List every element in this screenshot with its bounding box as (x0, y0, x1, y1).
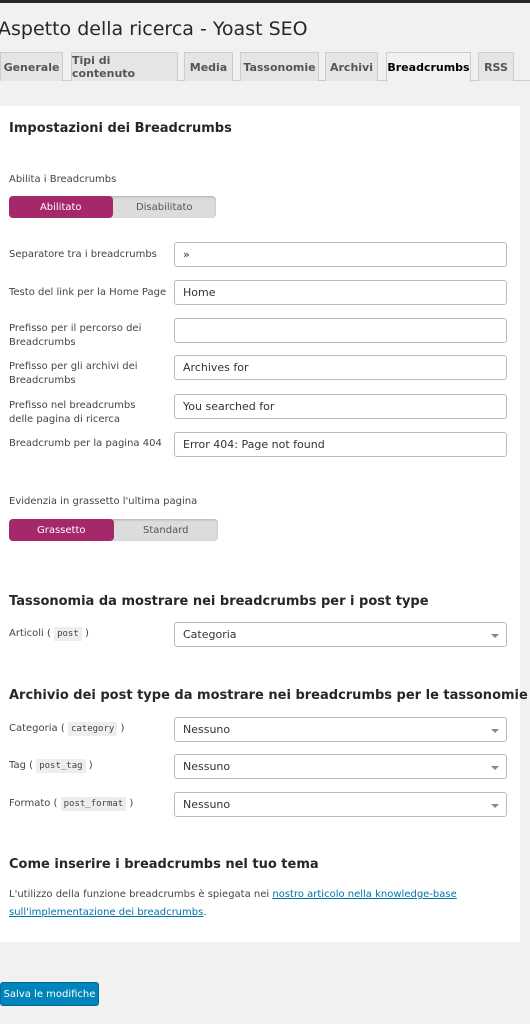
search-prefix-input[interactable]: You searched for (174, 394, 507, 419)
field-label: Testo del link per la Home Page (9, 287, 167, 298)
category-archive-select[interactable]: Nessuno (174, 717, 507, 742)
tab-tassonomie[interactable]: Tassonomie (240, 52, 319, 81)
page-title: Aspetto della ricerca - Yoast SEO (0, 18, 308, 40)
tab-bar: Generale Tipi di contenuto Media Tassono… (0, 52, 530, 82)
label-text: Tag (9, 760, 26, 771)
bold-off-option[interactable]: Standard (114, 519, 219, 541)
section-heading: Impostazioni dei Breadcrumbs (9, 121, 232, 136)
tab-rss[interactable]: RSS (478, 52, 514, 81)
label-text: Articoli (9, 628, 44, 639)
format-archive-select[interactable]: Nessuno (174, 792, 507, 817)
bold-on-option[interactable]: Grassetto (9, 519, 114, 541)
enable-toggle[interactable]: Abilitato Disabilitato (9, 196, 216, 218)
section-heading: Archivio dei post type da mostrare nei b… (9, 688, 528, 703)
tab-breadcrumbs[interactable]: Breadcrumbs (386, 52, 471, 82)
tag-archive-select[interactable]: Nessuno (174, 754, 507, 779)
section-heading: Tassonomia da mostrare nei breadcrumbs p… (9, 594, 429, 609)
label-text: Categoria (9, 723, 58, 734)
label-text: Formato (9, 798, 51, 809)
tab-generale[interactable]: Generale (0, 52, 63, 81)
help-text-end: . (203, 907, 207, 918)
path-prefix-input[interactable] (174, 318, 507, 343)
code-tag: post_format (60, 797, 127, 811)
field-label: Prefisso per il percorso dei Breadcrumbs (9, 323, 142, 348)
bold-toggle[interactable]: Grassetto Standard (9, 519, 218, 541)
help-text-body: L'utilizzo della funzione breadcrumbs è … (9, 889, 273, 900)
code-tag: post (54, 627, 82, 641)
bold-label: Evidenzia in grassetto l'ultima pagina (9, 496, 198, 507)
separator-input[interactable]: » (174, 242, 507, 267)
save-button[interactable]: Salva le modifiche (0, 982, 99, 1006)
archive-prefix-input[interactable]: Archives for (174, 355, 507, 380)
field-label: Articoli ( post ) (9, 627, 89, 641)
field-label: Tag ( post_tag ) (9, 759, 93, 773)
section-heading: Come inserire i breadcrumbs nel tuo tema (9, 857, 319, 872)
enable-label: Abilita i Breadcrumbs (9, 174, 117, 185)
enable-off-option[interactable]: Disabilitato (113, 196, 217, 218)
field-label: Formato ( post_format ) (9, 797, 134, 811)
post-taxonomy-select[interactable]: Categoria (174, 622, 507, 647)
404-input[interactable]: Error 404: Page not found (174, 432, 507, 457)
field-label: Breadcrumb per la pagina 404 (9, 438, 162, 449)
tab-tipi-di-contenuto[interactable]: Tipi di contenuto (71, 52, 178, 81)
tab-archivi[interactable]: Archivi (325, 52, 378, 81)
field-label: Separatore tra i breadcrumbs (9, 249, 157, 260)
field-label: Prefisso nel breadcrumbs delle pagina di… (9, 400, 136, 425)
home-text-input[interactable]: Home (174, 280, 507, 305)
admin-bar (0, 0, 530, 3)
field-label: Prefisso per gli archivi dei Breadcrumbs (9, 361, 138, 386)
code-tag: category (67, 722, 118, 736)
tab-media[interactable]: Media (184, 52, 233, 81)
field-label: Categoria ( category ) (9, 722, 125, 736)
help-text: L'utilizzo della funzione breadcrumbs è … (9, 886, 489, 922)
enable-on-option[interactable]: Abilitato (9, 196, 113, 218)
code-tag: post_tag (36, 759, 86, 773)
